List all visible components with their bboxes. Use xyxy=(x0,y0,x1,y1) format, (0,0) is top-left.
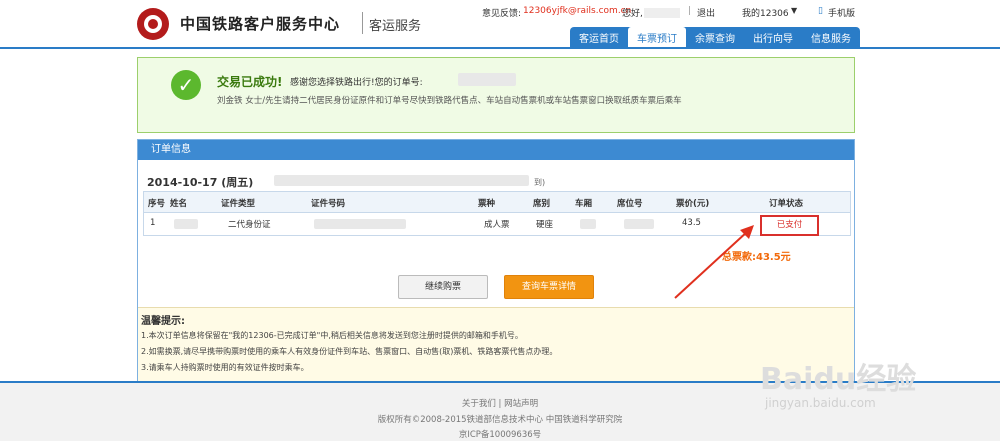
footer-icp: 京ICP备10009636号 xyxy=(458,430,542,440)
watermark-url: jingyan.baidu.com xyxy=(765,396,876,410)
watermark: Baidu经验 xyxy=(760,362,917,397)
footer-copyright: 版权所有©2008-2015铁道部信息技术中心 中国铁道科学研究院 xyxy=(377,415,623,425)
